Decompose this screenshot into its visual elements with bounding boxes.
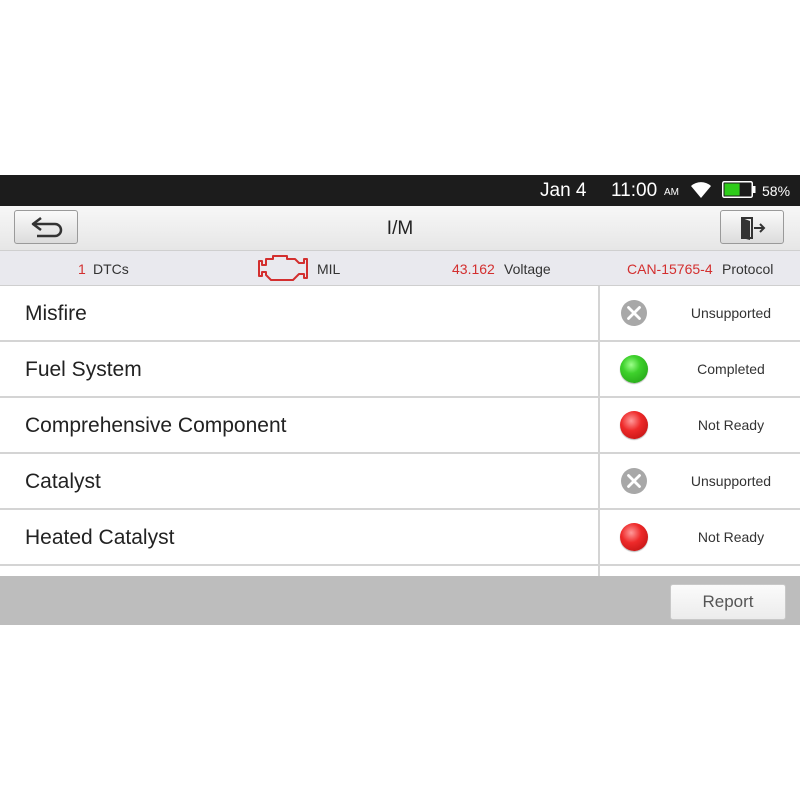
table-row[interactable]: Fuel System Completed — [0, 342, 800, 398]
column-divider — [598, 454, 600, 508]
mil-label: MIL — [317, 261, 341, 277]
red-dot-icon — [620, 523, 648, 551]
monitor-name: Catalyst — [25, 470, 101, 493]
voltage-label: Voltage — [504, 261, 551, 277]
table-row[interactable]: Misfire Unsupported — [0, 286, 800, 342]
exit-button[interactable] — [720, 210, 784, 244]
footer-bar: Report — [0, 576, 800, 625]
status-time: 11:00 — [611, 180, 658, 201]
monitor-status: Not Ready — [697, 529, 765, 545]
protocol-label: Protocol — [722, 261, 774, 277]
protocol-value: CAN-15765-4 — [627, 261, 713, 277]
check-engine-icon — [258, 255, 308, 281]
status-ampm: AM — [664, 187, 679, 198]
table-row[interactable]: Heated Catalyst Not Ready — [0, 510, 800, 566]
monitor-table[interactable]: Misfire Unsupported Fuel System Complete… — [0, 286, 800, 576]
info-bar: 1 DTCs MIL 43.162 Voltage CAN-15765-4 Pr… — [0, 251, 800, 286]
unsupported-x-icon — [621, 300, 647, 326]
column-divider — [598, 510, 600, 564]
monitor-name: Comprehensive Component — [25, 414, 287, 437]
status-bar: Jan 4 11:00 AM 58% — [0, 175, 800, 206]
column-divider — [598, 342, 600, 396]
monitor-status: Completed — [697, 361, 765, 377]
status-date: Jan 4 — [540, 180, 587, 201]
column-divider — [598, 566, 600, 576]
column-divider — [598, 398, 600, 452]
red-dot-icon — [620, 411, 648, 439]
table-row[interactable]: Comprehensive Component Not Ready — [0, 398, 800, 454]
report-button[interactable]: Report — [670, 584, 786, 620]
monitor-name: Fuel System — [25, 358, 142, 381]
table-row[interactable]: Catalyst Unsupported — [0, 454, 800, 510]
monitor-status: Unsupported — [690, 473, 772, 489]
title-bar: I/M — [0, 206, 800, 251]
page-title: I/M — [386, 218, 414, 239]
monitor-name: Heated Catalyst — [25, 526, 175, 549]
battery-icon — [722, 181, 756, 198]
exit-door-icon — [741, 217, 766, 240]
dtc-label: DTCs — [93, 261, 129, 277]
monitor-name: Misfire — [25, 302, 87, 325]
voltage-value: 43.162 — [452, 261, 495, 277]
green-dot-icon — [620, 355, 648, 383]
monitor-status: Not Ready — [697, 417, 765, 433]
wifi-icon — [691, 182, 711, 198]
dtc-count: 1 — [78, 261, 86, 277]
unsupported-x-icon — [621, 468, 647, 494]
table-row[interactable] — [0, 566, 800, 576]
battery-percent: 58% — [762, 183, 791, 199]
device-screen: Jan 4 11:00 AM 58% I/M 1 DTCs MIL 43.162… — [0, 175, 800, 625]
column-divider — [598, 286, 600, 340]
monitor-status: Unsupported — [690, 305, 772, 321]
